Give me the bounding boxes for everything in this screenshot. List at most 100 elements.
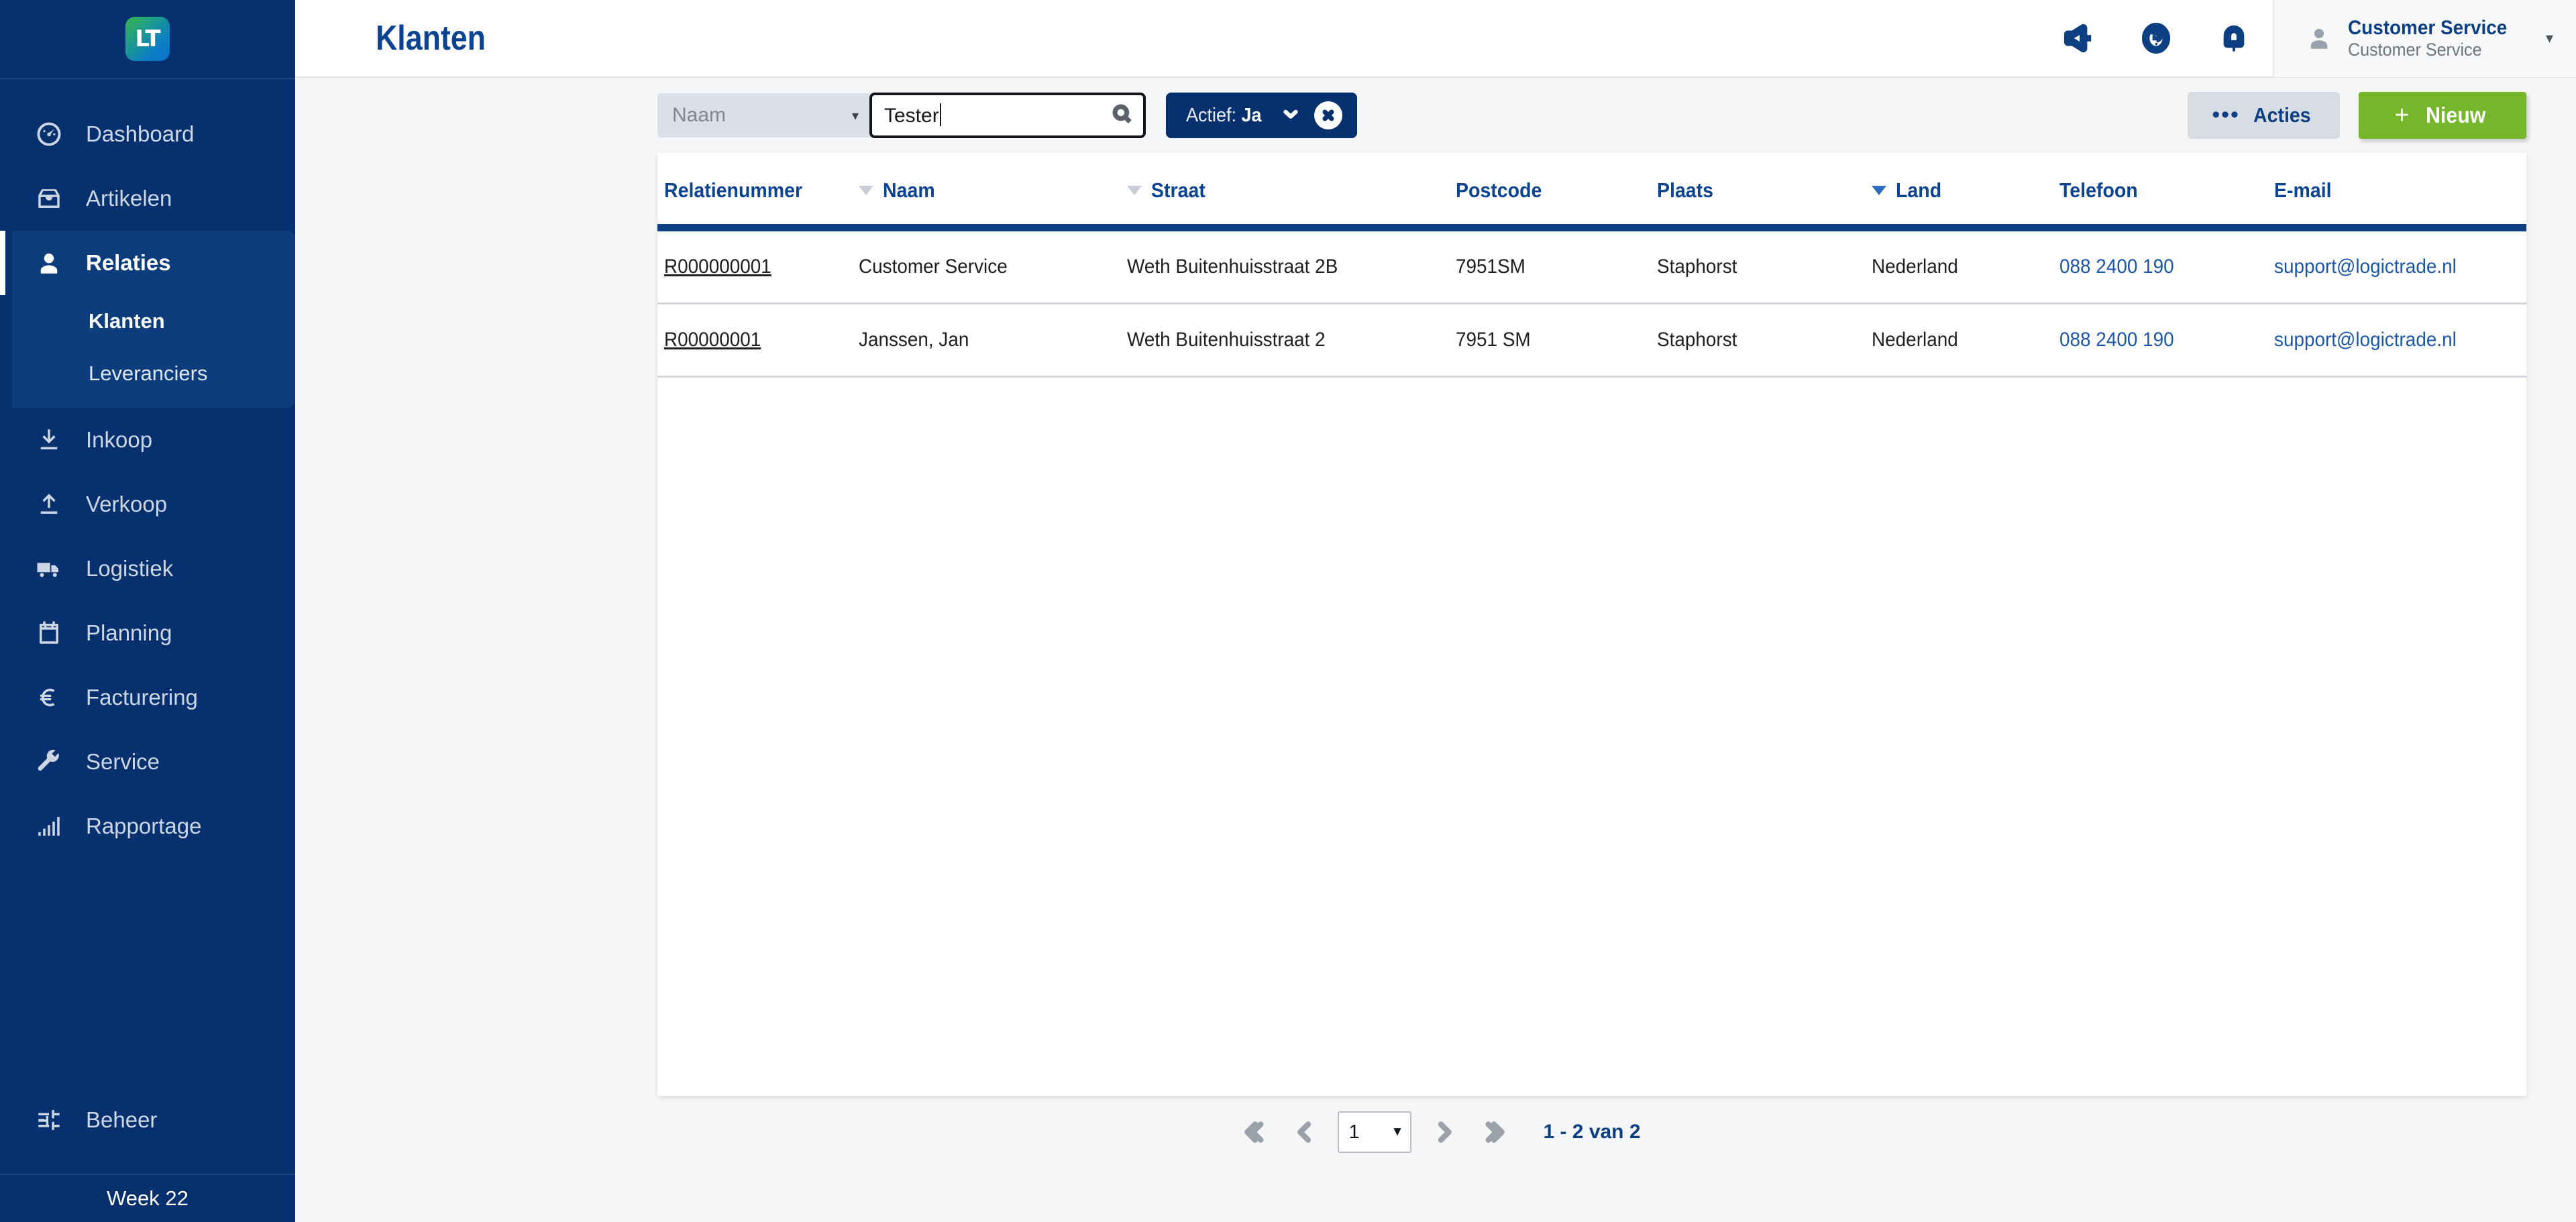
bar-chart-icon [35,812,63,840]
klanten-table: Relatienummer Naam Straat Postcode Plaat [657,153,2526,378]
column-header-postcode[interactable]: Postcode [1456,153,1657,224]
filter-chip-label: Actief: Ja [1186,104,1262,126]
user-text-block: Customer Service Customer Service [2348,17,2519,60]
chevron-down-icon: ▾ [851,108,859,123]
column-header-straat[interactable]: Straat [1127,153,1456,224]
sidebar-item-label: Service [86,749,160,774]
sidebar-item-service[interactable]: Service [0,730,295,794]
sidebar-item-dashboard[interactable]: Dashboard [0,102,295,166]
user-role: Customer Service [2347,39,2482,60]
upload-icon [35,490,63,518]
page-select[interactable]: 1 ▼ [1338,1111,1412,1153]
sidebar-item-artikelen[interactable]: Artikelen [0,166,295,231]
cell-telefoon: 088 2400 190 [2059,231,2274,304]
table-row[interactable]: R000000001 Customer Service Weth Buitenh… [657,231,2526,304]
sort-triangle-icon[interactable] [1127,186,1142,195]
sidebar-item-label: Logistiek [86,556,174,581]
remove-filter-icon[interactable] [1313,101,1342,129]
sidebar-item-planning[interactable]: Planning [0,601,295,665]
column-header-land[interactable]: Land [1872,153,2059,224]
klanten-table-card: Relatienummer Naam Straat Postcode Plaat [657,153,2526,1096]
search-input[interactable]: Tester [869,93,1146,138]
sidebar-subitem-klanten[interactable]: Klanten [12,295,295,347]
cell-straat: Weth Buitenhuisstraat 2 [1127,303,1456,378]
user-name: Customer Service [2347,17,2508,40]
header-underline [657,224,2526,231]
cell-email: support@logictrade.nl [2274,231,2526,304]
sort-triangle-icon[interactable] [1872,186,1886,195]
sidebar-bottom: Beheer Week 22 [0,1088,295,1222]
cell-naam: Customer Service [859,231,1127,304]
cell-land: Nederland [1872,231,2059,304]
sidebar-item-verkoop[interactable]: Verkoop [0,472,295,537]
table-row[interactable]: R00000001 Janssen, Jan Weth Buitenhuisst… [657,303,2526,378]
sidebar-item-inkoop[interactable]: Inkoop [0,408,295,472]
avatar-icon [2305,24,2333,52]
help-circle-icon[interactable] [2117,0,2195,77]
ellipsis-icon: ••• [2212,102,2240,128]
sidebar-subitem-leveranciers[interactable]: Leveranciers [12,347,295,400]
next-page-button[interactable] [1419,1107,1469,1157]
relatienummer-link[interactable]: R00000001 [664,329,761,351]
calendar-icon [35,619,63,647]
sidebar-submenu-relaties: Klanten Leveranciers [12,295,295,408]
megaphone-icon[interactable] [2039,0,2117,77]
cell-plaats: Staphorst [1657,231,1872,304]
plus-icon: + [2394,101,2410,129]
pagination-bar: 1 ▼ 1 - 2 van 2 [295,1096,2576,1168]
nieuw-button[interactable]: + Nieuw [2359,92,2526,139]
column-header-plaats[interactable]: Plaats [1657,153,1872,224]
sidebar-item-label: Rapportage [86,814,202,838]
column-header-telefoon[interactable]: Telefoon [2059,153,2274,224]
chevron-down-icon[interactable] [1281,104,1301,127]
sidebar-item-logistiek[interactable]: Logistiek [0,537,295,601]
sidebar-item-relaties[interactable]: Relaties [0,231,295,295]
toolbar-actions: ••• Acties + Nieuw [2188,92,2526,139]
acties-label: Acties [2253,103,2311,127]
euro-icon [35,683,63,712]
search-icon[interactable] [1111,103,1134,129]
logictrade-logo[interactable]: LT [125,17,170,61]
user-menu[interactable]: Customer Service Customer Service ▾ [2272,0,2576,77]
cell-naam: Janssen, Jan [859,303,1127,378]
download-icon [35,426,63,454]
email-link[interactable]: support@logictrade.nl [2274,329,2457,351]
table-empty-space [657,378,2526,1096]
column-header-email[interactable]: E-mail [2274,153,2526,224]
email-link[interactable]: support@logictrade.nl [2274,256,2457,278]
first-page-button[interactable] [1230,1107,1280,1157]
prev-page-button[interactable] [1280,1107,1330,1157]
last-page-button[interactable] [1469,1107,1519,1157]
table-header-row: Relatienummer Naam Straat Postcode Plaat [657,153,2526,224]
acties-button[interactable]: ••• Acties [2188,92,2340,139]
column-header-naam[interactable]: Naam [859,153,1127,224]
cell-postcode: 7951SM [1456,231,1657,304]
top-header: Klanten Customer Service Customer Servic… [295,0,2576,78]
sidebar-item-facturering[interactable]: Facturering [0,665,295,730]
cell-straat: Weth Buitenhuisstraat 2B [1127,231,1456,304]
cell-relatienummer: R00000001 [657,303,859,378]
telefoon-link[interactable]: 088 2400 190 [2059,256,2174,278]
logo-area[interactable]: LT [0,0,295,79]
user-icon [35,249,63,277]
sort-triangle-icon[interactable] [859,186,873,195]
filter-field-select[interactable]: Naam ▾ [657,93,871,137]
column-header-relatienummer[interactable]: Relatienummer [657,153,859,224]
sidebar-item-rapportage[interactable]: Rapportage [0,794,295,858]
chevron-down-icon[interactable]: ▾ [2546,30,2553,47]
sidebar-item-label: Facturering [86,685,198,710]
telefoon-link[interactable]: 088 2400 190 [2059,329,2174,351]
table-body: R000000001 Customer Service Weth Buitenh… [657,231,2526,378]
bell-icon[interactable] [2195,0,2273,77]
sidebar-item-beheer[interactable]: Beheer [0,1088,295,1152]
main-area: Klanten Customer Service Customer Servic… [295,0,2576,1222]
sidebar-item-label: Artikelen [86,186,172,211]
filter-chip-actief[interactable]: Actief: Ja [1166,93,1357,138]
relatienummer-link[interactable]: R000000001 [664,256,771,278]
table-header-rule-row [657,224,2526,231]
header-icon-group [2039,0,2273,77]
sidebar-subitem-label: Leveranciers [89,362,208,385]
sidebar-item-label: Planning [86,620,172,645]
search-value: Tester [884,103,1111,127]
sidebar-item-label: Verkoop [86,492,168,516]
